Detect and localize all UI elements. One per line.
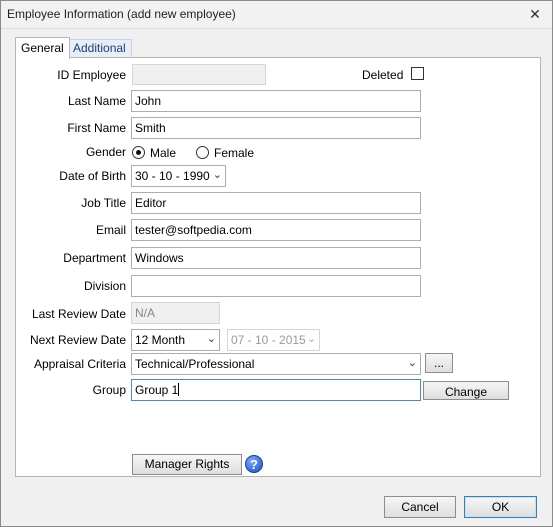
last-review-date-field: N/A — [131, 302, 220, 324]
window-title: Employee Information (add new employee) — [7, 7, 236, 21]
gender-male-label[interactable]: Male — [150, 146, 176, 160]
last-name-field[interactable]: John — [131, 90, 421, 112]
last-review-date-label: Last Review Date — [31, 307, 126, 321]
date-of-birth-label: Date of Birth — [59, 169, 126, 183]
general-tab-panel: ID Employee Deleted Last Name John First… — [15, 57, 541, 477]
chevron-down-icon: ⌄ — [407, 357, 417, 369]
next-review-period-value: 12 Month — [135, 333, 186, 347]
ok-button[interactable]: OK — [464, 496, 537, 518]
deleted-checkbox[interactable] — [411, 67, 424, 80]
email-label: Email — [95, 223, 126, 237]
appraisal-criteria-label: Appraisal Criteria — [33, 357, 126, 371]
help-icon[interactable]: ? — [245, 455, 263, 473]
group-field[interactable]: Group 1 — [131, 379, 421, 401]
tab-additional[interactable]: Additional — [67, 39, 132, 58]
job-title-field[interactable]: Editor — [131, 192, 421, 214]
id-employee-label: ID Employee — [57, 68, 126, 82]
division-label: Division — [83, 279, 126, 293]
email-field[interactable]: tester@softpedia.com — [131, 219, 421, 241]
appraisal-criteria-more-button[interactable]: ... — [425, 353, 453, 373]
radio-selected-dot — [136, 150, 141, 155]
tab-strip: General Additional — [15, 37, 541, 59]
group-label: Group — [92, 383, 126, 397]
gender-female-radio[interactable] — [196, 146, 209, 159]
appraisal-criteria-value: Technical/Professional — [135, 357, 255, 371]
id-employee-field — [132, 64, 266, 85]
next-review-date-value: 07 - 10 - 2015 — [231, 333, 306, 347]
close-icon[interactable]: ✕ — [526, 5, 544, 23]
date-of-birth-picker[interactable]: 30 - 10 - 1990 ⌄ — [131, 165, 226, 187]
gender-label: Gender — [85, 145, 126, 159]
manager-rights-button[interactable]: Manager Rights — [132, 454, 242, 475]
division-field[interactable] — [131, 275, 421, 297]
first-name-label: First Name — [67, 121, 126, 135]
first-name-field[interactable]: Smith — [131, 117, 421, 139]
tab-general[interactable]: General — [15, 37, 70, 59]
chevron-down-icon: ⌄ — [206, 333, 216, 345]
next-review-date-label: Next Review Date — [29, 333, 126, 347]
gender-female-label[interactable]: Female — [214, 146, 254, 160]
date-of-birth-value: 30 - 10 - 1990 — [135, 169, 210, 183]
group-value: Group 1 — [135, 383, 179, 397]
chevron-down-icon: ⌄ — [212, 169, 222, 181]
next-review-period-select[interactable]: 12 Month ⌄ — [131, 329, 220, 351]
next-review-date-picker: 07 - 10 - 2015 ⌄ — [227, 329, 320, 351]
job-title-label: Job Title — [81, 196, 126, 210]
last-name-label: Last Name — [67, 94, 126, 108]
deleted-label: Deleted — [362, 68, 404, 82]
appraisal-criteria-select[interactable]: Technical/Professional ⌄ — [131, 353, 421, 375]
employee-information-dialog: Employee Information (add new employee) … — [0, 0, 553, 527]
gender-male-radio[interactable] — [132, 146, 145, 159]
department-label: Department — [63, 251, 126, 265]
chevron-down-icon: ⌄ — [306, 333, 316, 345]
department-field[interactable]: Windows — [131, 247, 421, 269]
title-bar: Employee Information (add new employee) … — [1, 1, 552, 29]
group-change-button[interactable]: Change — [423, 381, 509, 400]
text-caret — [178, 383, 180, 396]
cancel-button[interactable]: Cancel — [384, 496, 456, 518]
